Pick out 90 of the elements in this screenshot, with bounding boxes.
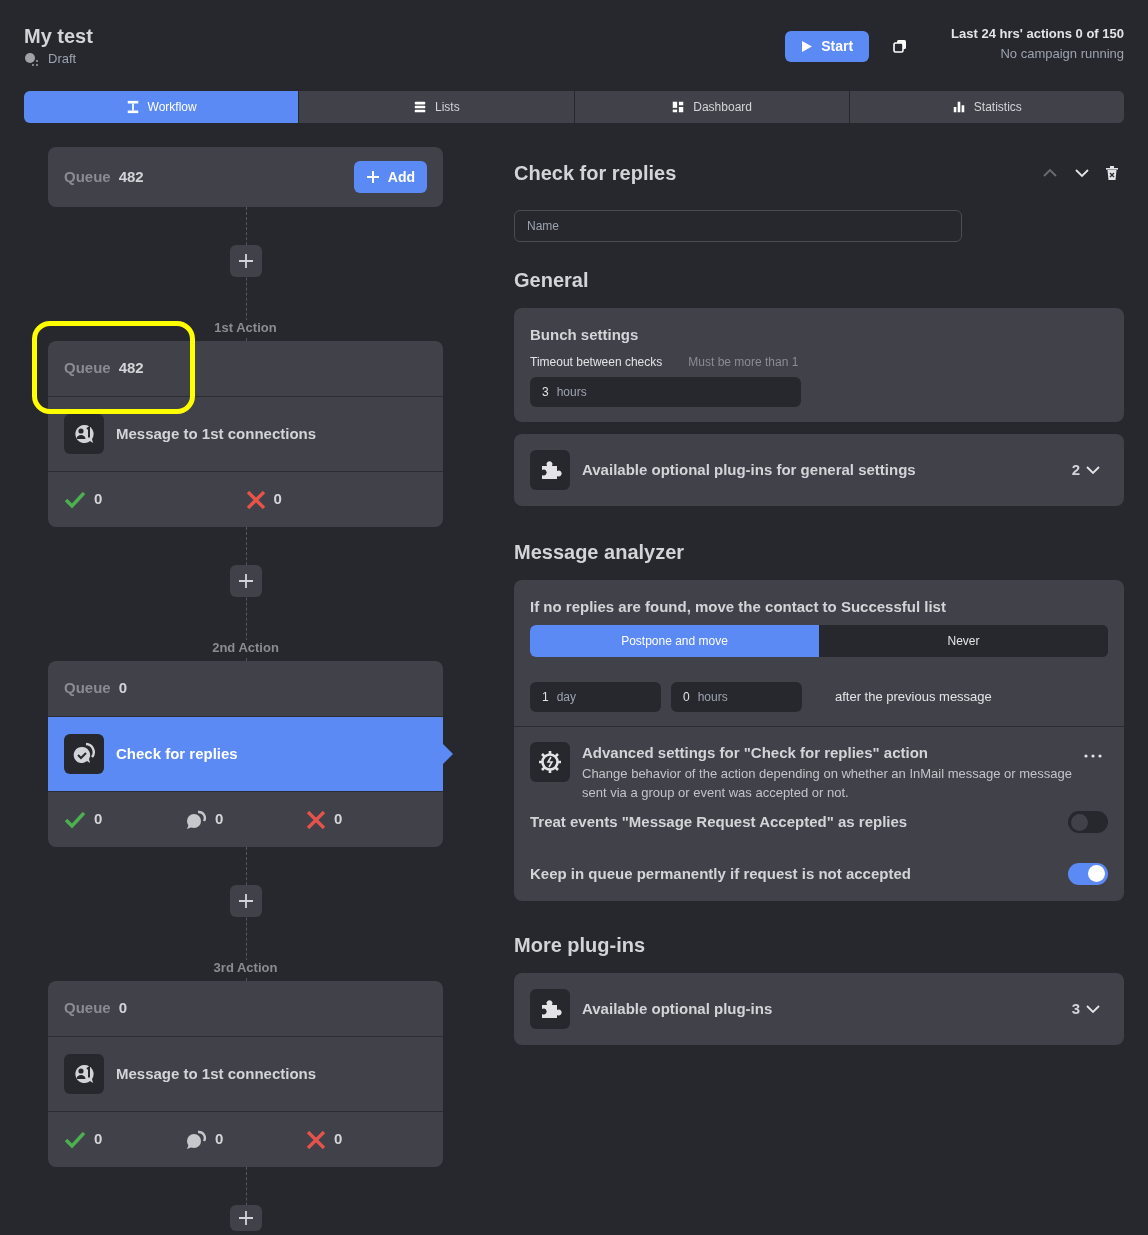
card-title: Bunch settings <box>530 325 640 345</box>
queue-count: 482 <box>118 358 144 379</box>
plus-icon <box>365 170 380 184</box>
check-icon <box>64 1130 86 1149</box>
action-item[interactable]: Message to 1st connections <box>48 397 443 471</box>
stat-count: 0 <box>334 809 343 830</box>
action-card[interactable]: Queue 482 Message to 1st connections 0 0 <box>48 341 443 527</box>
queue-count: 0 <box>118 998 128 1019</box>
toggle-switch[interactable] <box>1068 862 1108 885</box>
plus-icon <box>237 1210 254 1226</box>
stat-count: 0 <box>215 809 224 830</box>
actions-summary: Last 24 hrs' actions 0 of 150 <box>951 25 1124 43</box>
step-label: 1st Action <box>214 320 277 336</box>
cross-icon <box>245 490 266 509</box>
stat-count: 0 <box>334 1129 343 1150</box>
chat-person-icon <box>64 414 104 454</box>
queue-label: Queue <box>64 998 111 1019</box>
list-icon <box>413 100 428 114</box>
add-step-button[interactable] <box>229 245 262 277</box>
stat-count: 0 <box>94 1129 103 1150</box>
chat-bubbles-icon <box>185 1129 207 1150</box>
queue-count: 0 <box>118 678 128 699</box>
action-card[interactable]: Queue 0 Message to 1st connections 0 0 0 <box>48 981 443 1167</box>
add-step-button[interactable] <box>229 565 262 597</box>
chevron-down-icon[interactable] <box>1074 168 1090 178</box>
plugins-row[interactable]: Available optional plug-ins for general settings 2 <box>514 434 1124 506</box>
status-icon <box>24 51 40 66</box>
stat-count: 0 <box>215 1129 224 1150</box>
section-heading: More plug-ins <box>514 933 647 958</box>
bar-chart-icon <box>951 100 966 114</box>
toggle-label: Treat events "Message Request Accepted" as replies <box>530 812 908 832</box>
section-heading: Message analyzer <box>514 540 686 565</box>
gear-icon <box>530 741 570 782</box>
field-hint: Must be more than 1 <box>688 353 799 371</box>
check-icon <box>64 490 86 509</box>
add-step-button[interactable] <box>229 1205 262 1231</box>
add-step-button[interactable] <box>229 885 262 917</box>
plugins-label: Available optional plug-ins for general settings <box>582 459 917 480</box>
pointer-icon <box>443 744 453 764</box>
queue-label: Queue <box>64 358 111 379</box>
step-label: 3rd Action <box>213 960 278 976</box>
trash-icon[interactable] <box>1106 166 1118 180</box>
plugins-count: 3 <box>1071 998 1080 1019</box>
plugins-label: Available optional plug-ins <box>582 998 774 1019</box>
stat-count: 0 <box>273 489 282 510</box>
plugins-count: 2 <box>1071 459 1080 480</box>
cross-icon <box>306 1130 326 1149</box>
dashboard-icon <box>671 100 686 114</box>
campaign-status: No campaign running <box>1000 44 1124 63</box>
chevron-up-icon[interactable] <box>1042 168 1058 178</box>
more-icon[interactable] <box>1084 753 1102 758</box>
timeout-field[interactable]: 3 hours <box>530 376 801 407</box>
tab[interactable]: Statistics <box>848 91 1124 123</box>
chat-check-icon <box>64 734 104 774</box>
plus-icon <box>237 573 254 589</box>
campaign-title: My test <box>24 24 93 48</box>
chat-person-icon <box>64 1054 104 1094</box>
delay-field[interactable]: 0 hours <box>671 681 802 712</box>
toggle-label: Keep in queue permanently if request is not accepted <box>530 863 911 884</box>
play-icon <box>801 40 814 53</box>
stat-count: 0 <box>94 489 103 510</box>
toggle-switch[interactable] <box>1068 811 1108 834</box>
action-item[interactable]: Message to 1st connections <box>48 1037 443 1111</box>
delay-field[interactable]: 1 day <box>530 681 661 712</box>
step-label: 2nd Action <box>212 640 279 656</box>
workflow-icon <box>125 100 140 114</box>
chevron-down-icon <box>1086 1004 1100 1014</box>
chat-bubbles-icon <box>185 809 207 830</box>
queue-count: 482 <box>118 166 144 187</box>
field-label: Timeout between checks <box>530 353 663 371</box>
plus-icon <box>237 253 254 269</box>
advanced-title: Advanced settings for "Check for replies" action <box>582 742 929 763</box>
section-heading: General <box>514 268 590 293</box>
plus-icon <box>237 893 254 909</box>
plugins-row[interactable]: Available optional plug-ins 3 <box>514 973 1124 1045</box>
status-label: Draft <box>48 50 77 68</box>
cross-icon <box>306 810 326 829</box>
advanced-description: Change behavior of the action depending on whether an InMail message or message sent via a group or event was accepted or not. <box>582 765 1072 802</box>
duplicate-icon[interactable] <box>893 39 908 53</box>
name-field[interactable]: Name <box>514 210 962 242</box>
chevron-down-icon <box>1086 465 1100 475</box>
stat-count: 0 <box>94 809 103 830</box>
queue-label: Queue <box>64 166 111 187</box>
check-icon <box>64 810 86 829</box>
delay-suffix: after the previous message <box>835 687 992 706</box>
puzzle-icon <box>530 450 570 490</box>
puzzle-icon <box>530 989 570 1029</box>
queue-label: Queue <box>64 678 111 699</box>
question-text: If no replies are found, move the contact to Successful list <box>530 597 947 617</box>
panel-title: Check for replies <box>514 161 677 186</box>
